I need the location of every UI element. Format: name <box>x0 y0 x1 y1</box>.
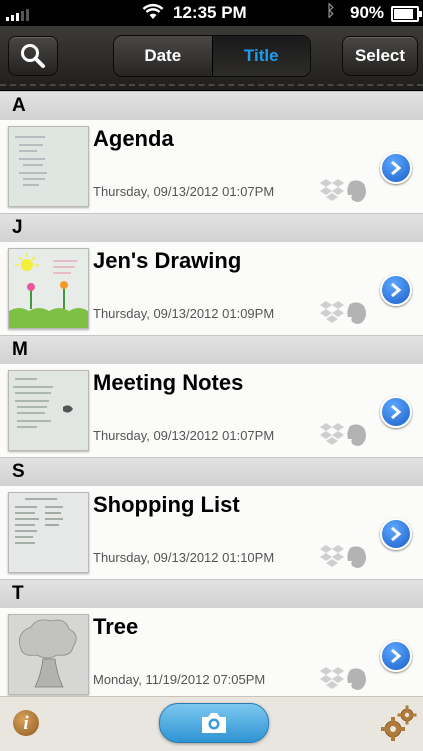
battery-percent: 90% <box>350 3 385 22</box>
select-button[interactable]: Select <box>342 36 418 76</box>
dropbox-icon <box>320 423 344 445</box>
sort-by-date-tab[interactable]: Date <box>114 36 213 76</box>
note-title: Meeting Notes <box>93 370 244 395</box>
sync-icons <box>320 667 366 690</box>
note-thumbnail <box>8 370 89 451</box>
camera-button[interactable] <box>159 703 269 743</box>
dropbox-icon <box>320 301 344 323</box>
wifi-icon <box>142 3 164 19</box>
top-toolbar: Date Title Select <box>0 26 423 91</box>
list-item[interactable]: Agenda Thursday, 09/13/2012 01:07PM <box>0 120 423 213</box>
bottom-toolbar: i <box>0 696 423 751</box>
list-item[interactable]: Shopping List Thursday, 09/13/2012 01:10… <box>0 486 423 579</box>
note-title: Tree <box>93 614 139 639</box>
sync-icons <box>320 545 366 568</box>
disclosure-button[interactable] <box>380 518 412 550</box>
disclosure-arrow-icon <box>391 160 402 176</box>
note-date: Thursday, 09/13/2012 01:07PM <box>93 184 275 199</box>
section-header: S <box>0 457 423 486</box>
status-bar: 12:35 PM ᛒ 90% <box>0 0 423 26</box>
evernote-icon <box>347 302 366 324</box>
sync-icons <box>320 179 366 202</box>
search-icon <box>21 44 45 68</box>
note-thumbnail <box>8 614 89 695</box>
note-title: Shopping List <box>93 492 240 517</box>
signal-strength-icon <box>6 7 29 21</box>
camera-icon <box>202 713 226 733</box>
note-date: Thursday, 09/13/2012 01:10PM <box>93 550 275 565</box>
note-thumbnail <box>8 492 89 573</box>
section-header: J <box>0 213 423 242</box>
note-title: Jen's Drawing <box>93 248 242 273</box>
note-date: Thursday, 09/13/2012 01:09PM <box>93 306 275 321</box>
section-header: A <box>0 91 423 120</box>
evernote-icon <box>347 546 366 568</box>
disclosure-arrow-icon <box>391 404 402 420</box>
disclosure-button[interactable] <box>380 152 412 184</box>
disclosure-arrow-icon <box>391 282 402 298</box>
note-title: Agenda <box>93 126 174 151</box>
list-item[interactable]: Jen's Drawing Thursday, 09/13/2012 01:09… <box>0 242 423 335</box>
bluetooth-icon: ᛒ <box>326 3 336 20</box>
evernote-icon <box>347 180 366 202</box>
list-item[interactable]: Tree Monday, 11/19/2012 07:05PM <box>0 608 423 696</box>
dropbox-icon <box>320 179 344 201</box>
battery-icon <box>391 6 422 22</box>
disclosure-button[interactable] <box>380 274 412 306</box>
gear-icon[interactable] <box>380 703 418 743</box>
note-thumbnail <box>8 248 89 329</box>
sort-segmented-control[interactable]: Date Title <box>113 35 311 77</box>
disclosure-button[interactable] <box>380 396 412 428</box>
list-item[interactable]: Meeting Notes Thursday, 09/13/2012 01:07… <box>0 364 423 457</box>
search-button[interactable] <box>8 36 58 76</box>
dropbox-icon <box>320 545 344 567</box>
note-date: Monday, 11/19/2012 07:05PM <box>93 672 266 687</box>
sync-icons <box>320 301 366 324</box>
disclosure-button[interactable] <box>380 640 412 672</box>
sort-by-title-tab[interactable]: Title <box>212 36 310 76</box>
note-date: Thursday, 09/13/2012 01:07PM <box>93 428 275 443</box>
disclosure-arrow-icon <box>391 526 402 542</box>
section-header: M <box>0 335 423 364</box>
status-time: 12:35 PM <box>173 3 247 22</box>
note-thumbnail <box>8 126 89 207</box>
dropbox-icon <box>320 667 344 689</box>
evernote-icon <box>347 424 366 446</box>
info-icon[interactable]: i <box>13 710 39 736</box>
sync-icons <box>320 423 366 446</box>
notes-list[interactable]: A Agenda Thursday, 09/13/2012 01:07PM J <box>0 91 423 696</box>
evernote-icon <box>347 668 366 690</box>
section-header: T <box>0 579 423 608</box>
disclosure-arrow-icon <box>391 648 402 664</box>
